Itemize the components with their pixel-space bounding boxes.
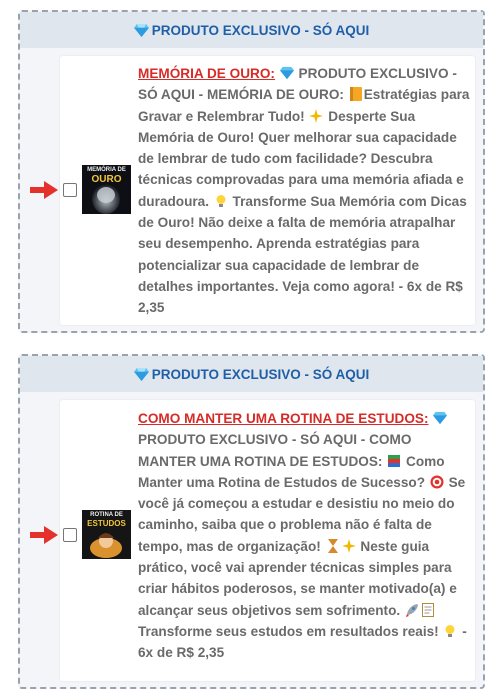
sparkles-icon — [341, 538, 356, 553]
product-title: COMO MANTER UMA ROTINA DE ESTUDOS: — [138, 411, 429, 426]
product-title: MEMÓRIA DE OURO: — [138, 66, 275, 81]
lightbulb-icon — [445, 624, 455, 637]
offer-checkbox[interactable] — [63, 528, 77, 542]
product-thumbnail: ROTINA DE ESTUDOS — [82, 510, 131, 559]
product-description: COMO MANTER UMA ROTINA DE ESTUDOS: PRODU… — [138, 411, 467, 661]
diamond-icon — [433, 411, 448, 425]
books-icon — [388, 454, 401, 467]
diamond-icon — [133, 367, 149, 381]
memo-icon — [421, 602, 434, 617]
diamond-icon — [133, 23, 149, 37]
sparkle-icon — [309, 108, 324, 123]
hourglass-icon — [327, 538, 338, 553]
offer-badge-text: PRODUTO EXCLUSIVO - SÓ AQUI — [151, 366, 370, 382]
thumb-line2: OURO — [91, 174, 122, 185]
thumb-line1: ROTINA DE — [90, 512, 123, 518]
target-icon — [430, 475, 444, 489]
arrow-right-icon — [30, 526, 58, 544]
arrow-right-icon — [30, 181, 58, 199]
notebook-icon — [349, 87, 362, 102]
diamond-icon — [279, 66, 294, 80]
offer-checkbox[interactable] — [63, 183, 77, 197]
product-thumbnail: MEMÓRIA DE OURO — [82, 165, 131, 214]
offer-badge: PRODUTO EXCLUSIVO - SÓ AQUI — [20, 12, 483, 48]
lightbulb-icon — [216, 194, 226, 207]
offer-badge: PRODUTO EXCLUSIVO - SÓ AQUI — [20, 356, 483, 392]
offer-badge-text: PRODUTO EXCLUSIVO - SÓ AQUI — [151, 22, 370, 38]
thumb-line1: MEMÓRIA DE — [87, 167, 126, 173]
thumb-line2: ESTUDOS — [87, 519, 126, 528]
product-description: MEMÓRIA DE OURO: PRODUTO EXCLUSIVO - SÓ … — [138, 66, 470, 316]
rocket-icon — [405, 603, 418, 617]
